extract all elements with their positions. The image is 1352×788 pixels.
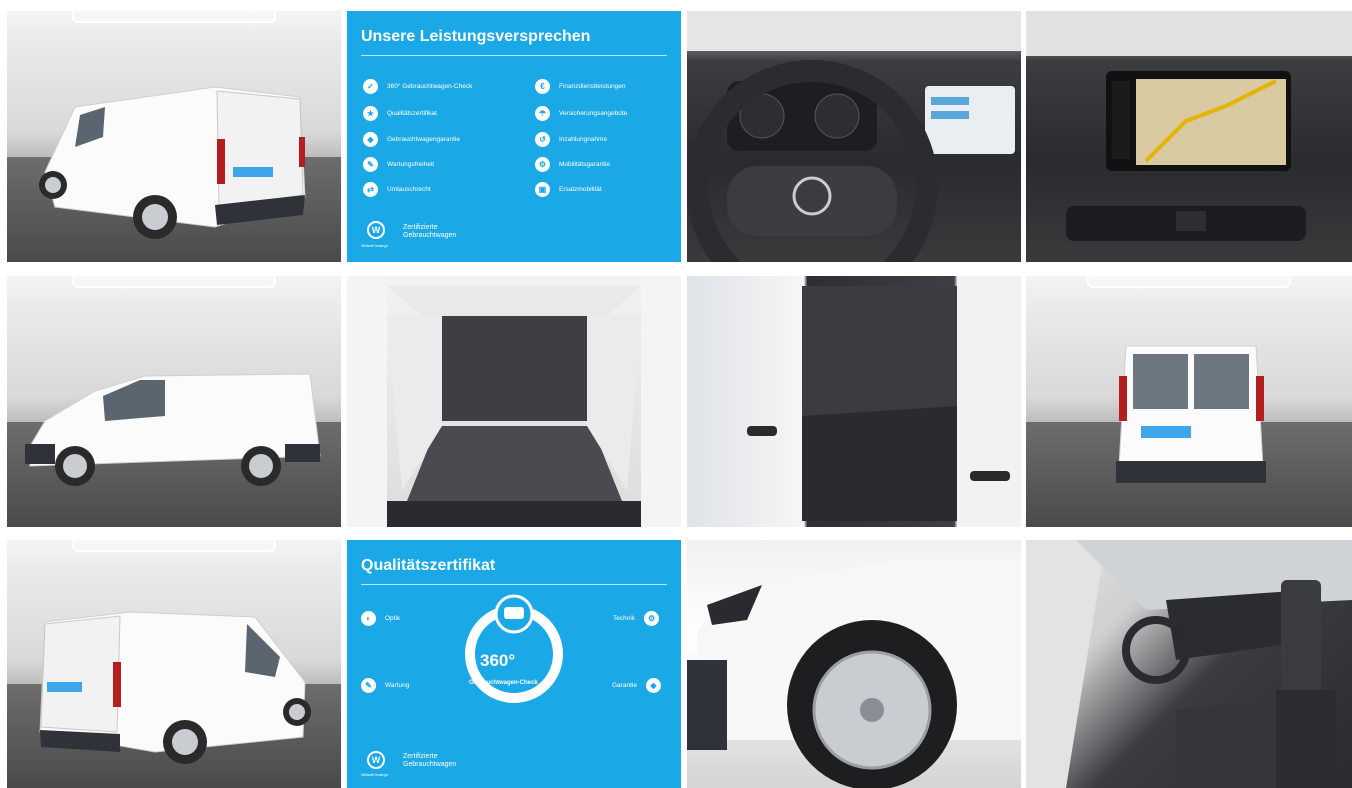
check-360-icon: ✓ <box>363 79 378 94</box>
badge-caption: Gebrauchtwagen-Check <box>469 680 538 686</box>
benefit-item: ☂ Versicherungsangebote <box>535 106 627 121</box>
cargo-area-graphic <box>347 276 681 527</box>
title-divider <box>361 55 667 56</box>
studio-light <box>1087 276 1291 288</box>
certificate-icon: ★ <box>363 106 378 121</box>
trade-in-icon: ↺ <box>535 132 550 147</box>
photo-left-side[interactable] <box>7 276 341 527</box>
vw-logo-icon: W <box>367 751 385 769</box>
exchange-icon: ⇄ <box>363 182 378 197</box>
check-360-badge <box>465 594 563 703</box>
infotainment-graphic <box>1026 11 1352 241</box>
brand-text: Zertifizierte Gebrauchtwagen <box>403 753 457 768</box>
replacement-car-icon: ▣ <box>535 182 550 197</box>
van-side-view <box>25 373 321 486</box>
photo-infotainment-screen[interactable] <box>1026 11 1352 262</box>
studio-light <box>72 11 276 23</box>
mobility-icon: ⚙ <box>535 157 550 172</box>
studio-light <box>72 276 276 288</box>
gear-icon: ⚙ <box>644 611 660 626</box>
shield-icon: ◆ <box>363 132 378 147</box>
benefit-item: ★ Qualitätszertifikat <box>363 106 437 121</box>
cabin-interior-graphic <box>1026 540 1352 788</box>
brand-small-text: Weltwelt leasinge <box>361 773 389 777</box>
steering-wheel-graphic <box>687 11 1021 262</box>
category-garantie: ◆ Garantie <box>612 678 661 693</box>
benefit-item: ↺ Inzahlungnahme <box>535 132 607 147</box>
category-optik: ◐ Optik <box>361 611 400 626</box>
title-divider <box>361 584 667 585</box>
insurance-icon: ☂ <box>535 106 550 121</box>
category-wartung: ✎ Wartung <box>361 678 409 693</box>
photo-dashboard-steering-wheel[interactable] <box>687 11 1021 262</box>
paint-icon: ◐ <box>361 611 376 626</box>
benefits-title: Unsere Leistungsversprechen <box>361 28 591 45</box>
vehicle-image-gallery: Unsere Leistungsversprechen ✓ 360° Gebra… <box>0 0 1352 788</box>
wrench-icon: ✎ <box>361 678 376 693</box>
brand-text: Zertifizierte Gebrauchtwagen <box>403 224 457 239</box>
photo-rear[interactable] <box>1026 276 1352 527</box>
certificate-info-panel[interactable]: Qualitätszertifikat ◐ Optik ✎ Wartung ⚙ … <box>347 540 681 788</box>
van-rear-left-view <box>39 86 306 239</box>
benefit-item: ▣ Ersatzmobilität <box>535 182 602 197</box>
van-rear-right-view <box>39 611 311 764</box>
photo-cargo-area[interactable] <box>347 276 681 527</box>
wrench-icon: ✎ <box>363 157 378 172</box>
benefit-item: € Finanzdienstleistungen <box>535 79 626 94</box>
photo-cabin-interior[interactable] <box>1026 540 1352 788</box>
studio-light <box>72 540 276 552</box>
sliding-door-graphic <box>747 276 1021 527</box>
photo-sliding-door-open[interactable] <box>687 276 1021 527</box>
certificate-title: Qualitätszertifikat <box>361 557 496 574</box>
category-technik: ⚙ Technik <box>613 611 660 626</box>
finance-icon: € <box>535 79 550 94</box>
photo-rear-left-three-quarter[interactable] <box>7 11 341 262</box>
benefit-item: ✎ Wartungsfreiheit <box>363 157 434 172</box>
benefit-item: ◆ Gebrauchtwagengarantie <box>363 132 460 147</box>
photo-front-wheel-detail[interactable] <box>687 540 1021 788</box>
photo-rear-right-three-quarter[interactable] <box>7 540 341 788</box>
benefit-item: ⚙ Mobilitätsgarantie <box>535 157 610 172</box>
benefit-item: ✓ 360° Gebrauchtwagen-Check <box>363 79 472 94</box>
benefits-info-panel[interactable]: Unsere Leistungsversprechen ✓ 360° Gebra… <box>347 11 681 262</box>
front-wheel-graphic <box>687 560 1021 788</box>
vw-logo-icon: W <box>367 221 385 239</box>
van-rear-view <box>1116 345 1266 483</box>
benefit-item: ⇄ Umtauschrecht <box>363 182 431 197</box>
brand-small-text: Weltwelt leasinge <box>361 244 389 248</box>
badge-number: 360° <box>480 651 516 670</box>
shield-icon: ◆ <box>645 678 661 693</box>
